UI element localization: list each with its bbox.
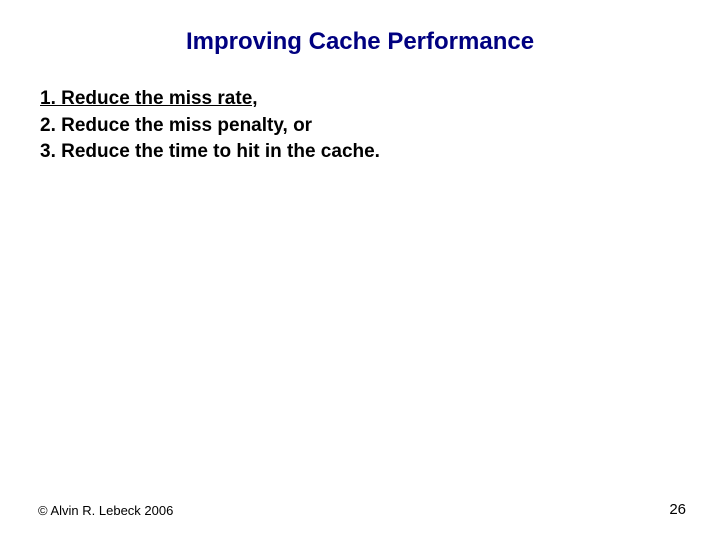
slide: Improving Cache Performance 1. Reduce th…	[0, 0, 720, 540]
slide-body: 1. Reduce the miss rate, 2. Reduce the m…	[40, 86, 680, 166]
list-item: 3. Reduce the time to hit in the cache.	[40, 139, 680, 166]
slide-title: Improving Cache Performance	[0, 28, 720, 56]
list-item: 1. Reduce the miss rate,	[40, 86, 680, 113]
list-item: 2. Reduce the miss penalty, or	[40, 113, 680, 140]
page-number: 26	[669, 501, 686, 518]
copyright-text: © Alvin R. Lebeck 2006	[38, 503, 173, 518]
